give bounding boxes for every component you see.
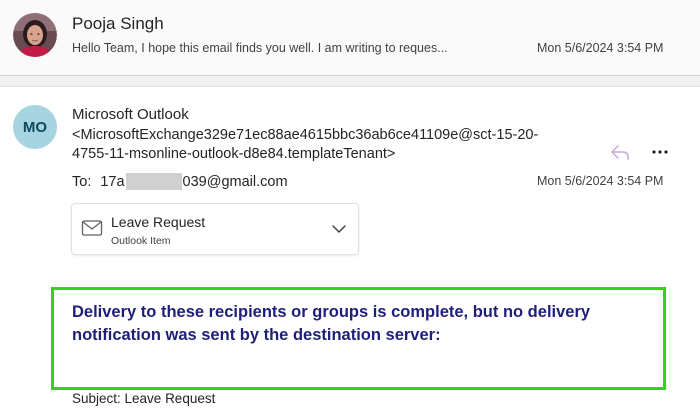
message-date: Mon 5/6/2024 3:54 PM [537,41,664,55]
chevron-down-icon[interactable] [331,222,347,234]
message-preview: Hello Team, I hope this email finds you … [72,41,448,55]
redaction-block [125,173,182,190]
avatar[interactable] [13,13,57,57]
reply-arrow-icon[interactable] [608,142,632,162]
attachment-title: Leave Request [111,214,206,230]
recipient-email-end[interactable]: 039@gmail.com [183,174,288,190]
message-date: Mon 5/6/2024 3:54 PM [537,174,664,188]
recipient-email-start[interactable]: 17a [100,174,124,190]
subject-line: Subject: Leave Request [72,391,216,406]
delivery-notice-box: Delivery to these recipients or groups i… [51,287,666,390]
avatar[interactable]: MO [13,105,57,149]
sender-name[interactable]: Microsoft Outlook [72,106,189,123]
sender-address: <MicrosoftExchange329e71ec88ae4615bbc36a… [72,127,539,162]
delivery-notice-text: Delivery to these recipients or groups i… [72,303,591,344]
reading-pane: Pooja Singh Hello Team, I hope this emai… [0,0,700,418]
message-collapsed[interactable]: Pooja Singh Hello Team, I hope this emai… [0,0,700,76]
to-label: To: [72,173,92,190]
envelope-icon [81,219,103,237]
message-expanded: MO Microsoft Outlook <MicrosoftExchange3… [0,86,700,418]
recipients-row: To: 17a 039@gmail.com [72,173,288,190]
more-horizontal-icon[interactable] [648,142,672,162]
attachment-card[interactable]: Leave Request Outlook Item [71,203,359,255]
attachment-type: Outlook Item [111,235,171,247]
sender-name: Pooja Singh [72,14,164,33]
